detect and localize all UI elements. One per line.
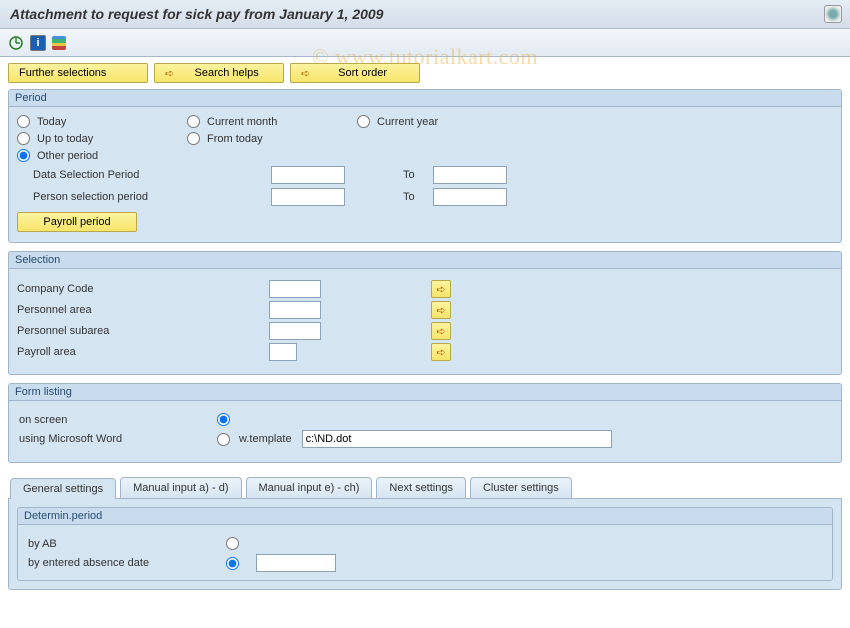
to-label: To (403, 169, 423, 181)
payroll-area-multi-button[interactable]: ➪ (431, 343, 451, 361)
search-helps-button[interactable]: ➪ Search helps (154, 63, 284, 83)
using-word-radio[interactable] (217, 433, 230, 446)
app-toolbar: i (0, 29, 850, 57)
absence-date-input[interactable] (256, 554, 336, 572)
determin-period-group: Determin.period by AB by entered absence… (17, 507, 833, 581)
arrow-right-icon: ➪ (165, 67, 174, 80)
company-code-input[interactable] (269, 280, 321, 298)
window-title: Attachment to request for sick pay from … (0, 0, 850, 29)
search-helps-label: Search helps (180, 67, 273, 79)
personnel-subarea-label: Personnel subarea (17, 325, 269, 337)
arrow-right-icon: ➪ (436, 304, 445, 317)
by-ab-label: by AB (26, 538, 226, 550)
person-selection-period-label: Person selection period (33, 191, 271, 203)
to-label: To (403, 191, 423, 203)
period-group: Period Today Current month Current year … (8, 89, 842, 243)
personnel-area-input[interactable] (269, 301, 321, 319)
content-area: Further selections ➪ Search helps ➪ Sort… (0, 57, 850, 590)
payroll-period-label: Payroll period (43, 216, 110, 228)
on-screen-label: on screen (17, 414, 217, 426)
info-icon[interactable]: i (30, 35, 46, 51)
payroll-period-button[interactable]: Payroll period (17, 212, 137, 232)
person-selection-from-input[interactable] (271, 188, 345, 206)
period-legend: Period (9, 90, 841, 107)
arrow-right-icon: ➪ (436, 283, 445, 296)
by-entered-date-radio[interactable] (226, 557, 239, 570)
using-word-label: using Microsoft Word (17, 433, 217, 445)
tab-general-settings[interactable]: General settings (10, 478, 116, 499)
template-path-input[interactable] (302, 430, 612, 448)
tab-panel-general: Determin.period by AB by entered absence… (8, 499, 842, 590)
tab-manual-input-e-ch[interactable]: Manual input e) - ch) (246, 477, 373, 498)
radio-current-month[interactable]: Current month (187, 115, 357, 128)
selection-legend: Selection (9, 252, 841, 269)
tabstrip: General settings Manual input a) - d) Ma… (8, 477, 842, 499)
radio-other-period[interactable]: Other period (17, 149, 187, 162)
tab-cluster-settings[interactable]: Cluster settings (470, 477, 572, 498)
arrow-right-icon: ➪ (436, 346, 445, 359)
company-code-multi-button[interactable]: ➪ (431, 280, 451, 298)
personnel-area-label: Personnel area (17, 304, 269, 316)
tab-next-settings[interactable]: Next settings (376, 477, 466, 498)
arrow-right-icon: ➪ (301, 67, 310, 80)
radio-current-year[interactable]: Current year (357, 115, 527, 128)
further-selections-button[interactable]: Further selections (8, 63, 148, 83)
sort-order-button[interactable]: ➪ Sort order (290, 63, 420, 83)
radio-up-to-today[interactable]: Up to today (17, 132, 187, 145)
payroll-area-label: Payroll area (17, 346, 269, 358)
color-legend-icon[interactable] (52, 36, 66, 50)
w-template-label: w.template (239, 433, 292, 445)
title-text: Attachment to request for sick pay from … (10, 6, 383, 22)
personnel-subarea-multi-button[interactable]: ➪ (431, 322, 451, 340)
form-listing-group: Form listing on screen using Microsoft W… (8, 383, 842, 463)
data-selection-to-input[interactable] (433, 166, 507, 184)
selection-buttons: Further selections ➪ Search helps ➪ Sort… (8, 63, 842, 83)
tab-manual-input-a-d[interactable]: Manual input a) - d) (120, 477, 241, 498)
on-screen-radio[interactable] (217, 413, 230, 426)
payroll-area-input[interactable] (269, 343, 297, 361)
sort-order-label: Sort order (316, 67, 409, 79)
company-code-label: Company Code (17, 283, 269, 295)
selection-group: Selection Company Code ➪ Personnel area … (8, 251, 842, 375)
data-selection-from-input[interactable] (271, 166, 345, 184)
personnel-subarea-input[interactable] (269, 322, 321, 340)
by-entered-date-label: by entered absence date (26, 557, 226, 569)
radio-today[interactable]: Today (17, 115, 187, 128)
radio-from-today[interactable]: From today (187, 132, 357, 145)
form-listing-legend: Form listing (9, 384, 841, 401)
arrow-right-icon: ➪ (436, 325, 445, 338)
data-selection-period-label: Data Selection Period (33, 169, 271, 181)
execute-icon[interactable] (8, 35, 24, 51)
determin-period-legend: Determin.period (18, 508, 832, 525)
personnel-area-multi-button[interactable]: ➪ (431, 301, 451, 319)
person-selection-to-input[interactable] (433, 188, 507, 206)
further-selections-label: Further selections (19, 67, 106, 79)
by-ab-radio[interactable] (226, 537, 239, 550)
